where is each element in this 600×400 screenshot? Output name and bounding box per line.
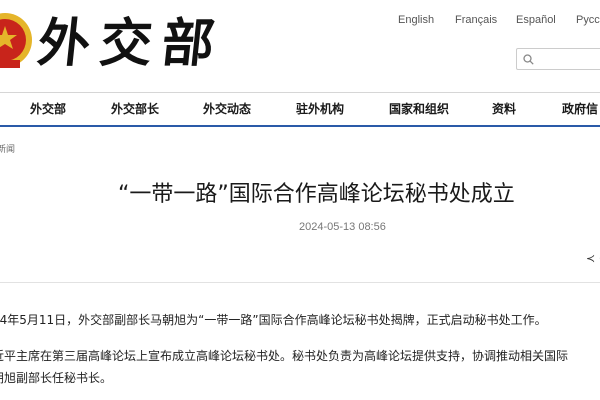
lang-spanish-link[interactable]: Español (516, 14, 556, 26)
lang-russian-link[interactable]: Русс (576, 14, 600, 26)
language-switcher: English Français Español Русс (398, 14, 600, 30)
search-icon (523, 54, 534, 65)
search-box[interactable] (516, 48, 600, 70)
nav-item-government-info[interactable]: 政府信 (562, 93, 598, 125)
article-paragraph-1: 24年5月11日，外交部副部长马朝旭为“一带一路”国际合作高峰论坛秘书处揭牌，正… (0, 313, 547, 327)
nav-item-missions[interactable]: 驻外机构 (296, 93, 344, 125)
national-emblem-icon (0, 13, 32, 68)
site-logo[interactable]: 外交部 (34, 4, 228, 84)
share-icon[interactable]: ≺ · (586, 252, 600, 268)
article-paragraph-2: 近平主席在第三届高峰论坛上宣布成立高峰论坛秘书处。秘书处负责为高峰论坛提供支持，… (0, 349, 569, 363)
nav-item-ministry[interactable]: 外交部 (30, 93, 66, 125)
article-date: 2024-05-13 08:56 (299, 221, 386, 233)
article-paragraph-3: 朝旭副部长任秘书长。 (0, 371, 113, 385)
site-header: 外交部 English Français Español Русс (0, 0, 600, 92)
lang-english-link[interactable]: English (398, 14, 434, 26)
main-nav: 外交部 外交部长 外交动态 驻外机构 国家和组织 资料 政府信 (0, 92, 600, 127)
nav-item-countries[interactable]: 国家和组织 (389, 93, 449, 125)
breadcrumb[interactable]: 新闻 (0, 142, 15, 155)
nav-item-news[interactable]: 外交动态 (203, 93, 251, 125)
nav-item-minister[interactable]: 外交部长 (111, 93, 159, 125)
search-input[interactable] (539, 51, 600, 69)
divider (0, 282, 600, 283)
lang-french-link[interactable]: Français (455, 14, 497, 26)
article-title: “一带一路”国际合作高峰论坛秘书处成立 (118, 182, 515, 207)
nav-item-resources[interactable]: 资料 (492, 93, 516, 125)
